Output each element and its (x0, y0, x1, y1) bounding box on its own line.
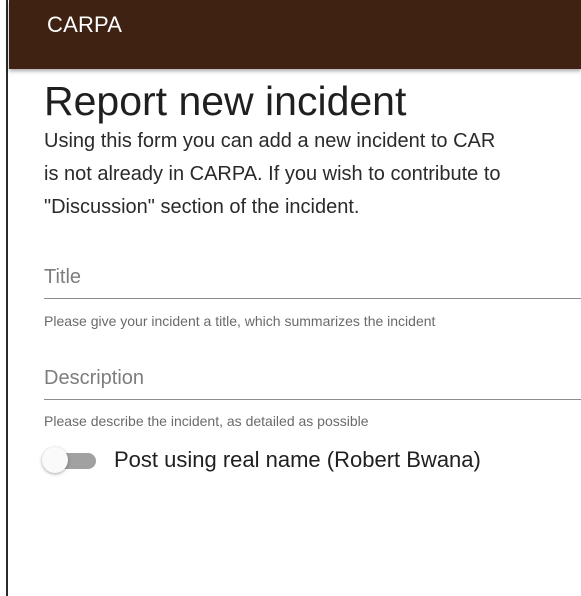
window-edge (0, 0, 8, 596)
toggle-thumb[interactable] (42, 447, 68, 473)
app-bar: CARPA (9, 0, 581, 69)
intro-line: is not already in CARPA. If you wish to … (44, 163, 501, 185)
title-field[interactable] (44, 262, 581, 299)
title-input[interactable] (44, 262, 581, 292)
intro-line: Using this form you can add a new incide… (44, 130, 496, 152)
real-name-toggle-label[interactable]: Post using real name (Robert Bwana) (114, 447, 481, 473)
real-name-toggle[interactable] (42, 445, 100, 475)
title-helper-text: Please give your incident a title, which… (44, 313, 436, 329)
description-helper-text: Please describe the incident, as detaile… (44, 413, 369, 429)
intro-line: "Discussion" section of the incident. (44, 196, 360, 218)
description-input[interactable] (44, 363, 581, 393)
description-underline (44, 399, 581, 400)
description-field[interactable] (44, 363, 581, 400)
app-title[interactable]: CARPA (47, 12, 122, 38)
intro-text: Using this form you can add a new incide… (44, 125, 581, 224)
real-name-toggle-row[interactable]: Post using real name (Robert Bwana) (42, 444, 481, 476)
page-title: Report new incident (44, 78, 407, 124)
app-window: CARPA Report new incident Using this for… (0, 0, 581, 596)
title-underline (44, 298, 581, 299)
